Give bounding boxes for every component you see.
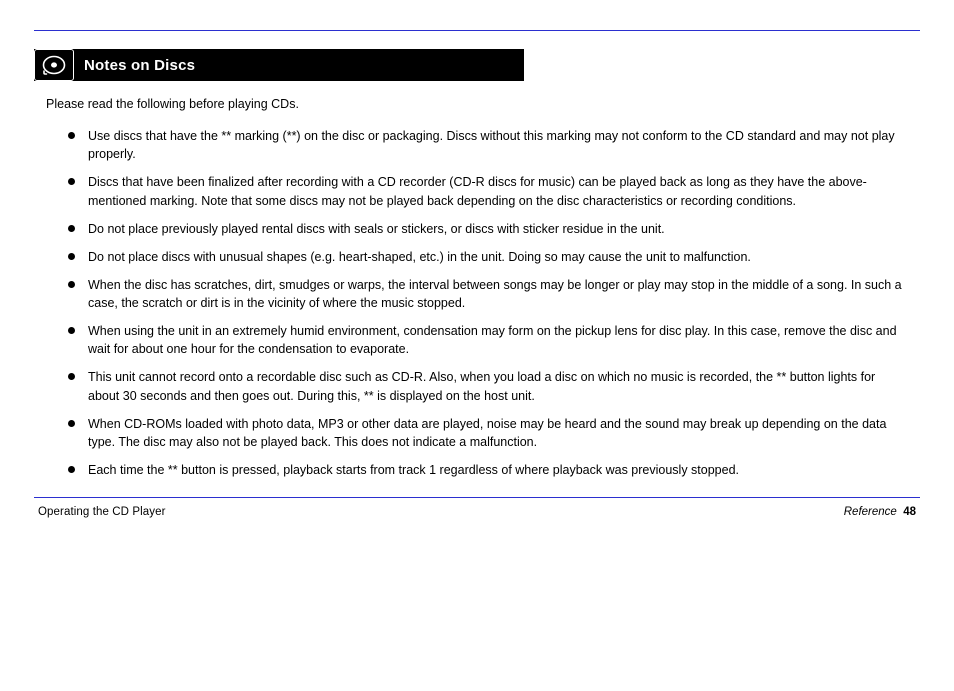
page-footer: Operating the CD Player Reference 48 — [34, 506, 920, 518]
bottom-rule — [34, 497, 920, 498]
list-item: Do not place previously played rental di… — [62, 220, 902, 238]
notes-list: Use discs that have the ** marking (**) … — [62, 127, 902, 479]
list-item: This unit cannot record onto a recordabl… — [62, 368, 902, 404]
document-page: Notes on Discs Please read the following… — [0, 0, 954, 691]
intro-text: Please read the following before playing… — [46, 95, 896, 113]
top-rule — [34, 30, 920, 31]
section-banner: Notes on Discs — [34, 49, 524, 81]
list-item: Discs that have been finalized after rec… — [62, 173, 902, 209]
footer-page-ref: Reference 48 — [844, 506, 916, 518]
footer-section-name: Operating the CD Player — [38, 506, 166, 518]
list-item: When using the unit in an extremely humi… — [62, 322, 902, 358]
list-item: When the disc has scratches, dirt, smudg… — [62, 276, 902, 312]
list-item: Each time the ** button is pressed, play… — [62, 461, 902, 479]
disc-icon — [34, 49, 74, 81]
list-item: When CD-ROMs loaded with photo data, MP3… — [62, 415, 902, 451]
list-item: Use discs that have the ** marking (**) … — [62, 127, 902, 163]
footer-ref-label: Reference — [844, 506, 897, 518]
list-item: Do not place discs with unusual shapes (… — [62, 248, 902, 266]
footer-page-number: 48 — [903, 506, 916, 518]
section-title: Notes on Discs — [74, 57, 524, 74]
